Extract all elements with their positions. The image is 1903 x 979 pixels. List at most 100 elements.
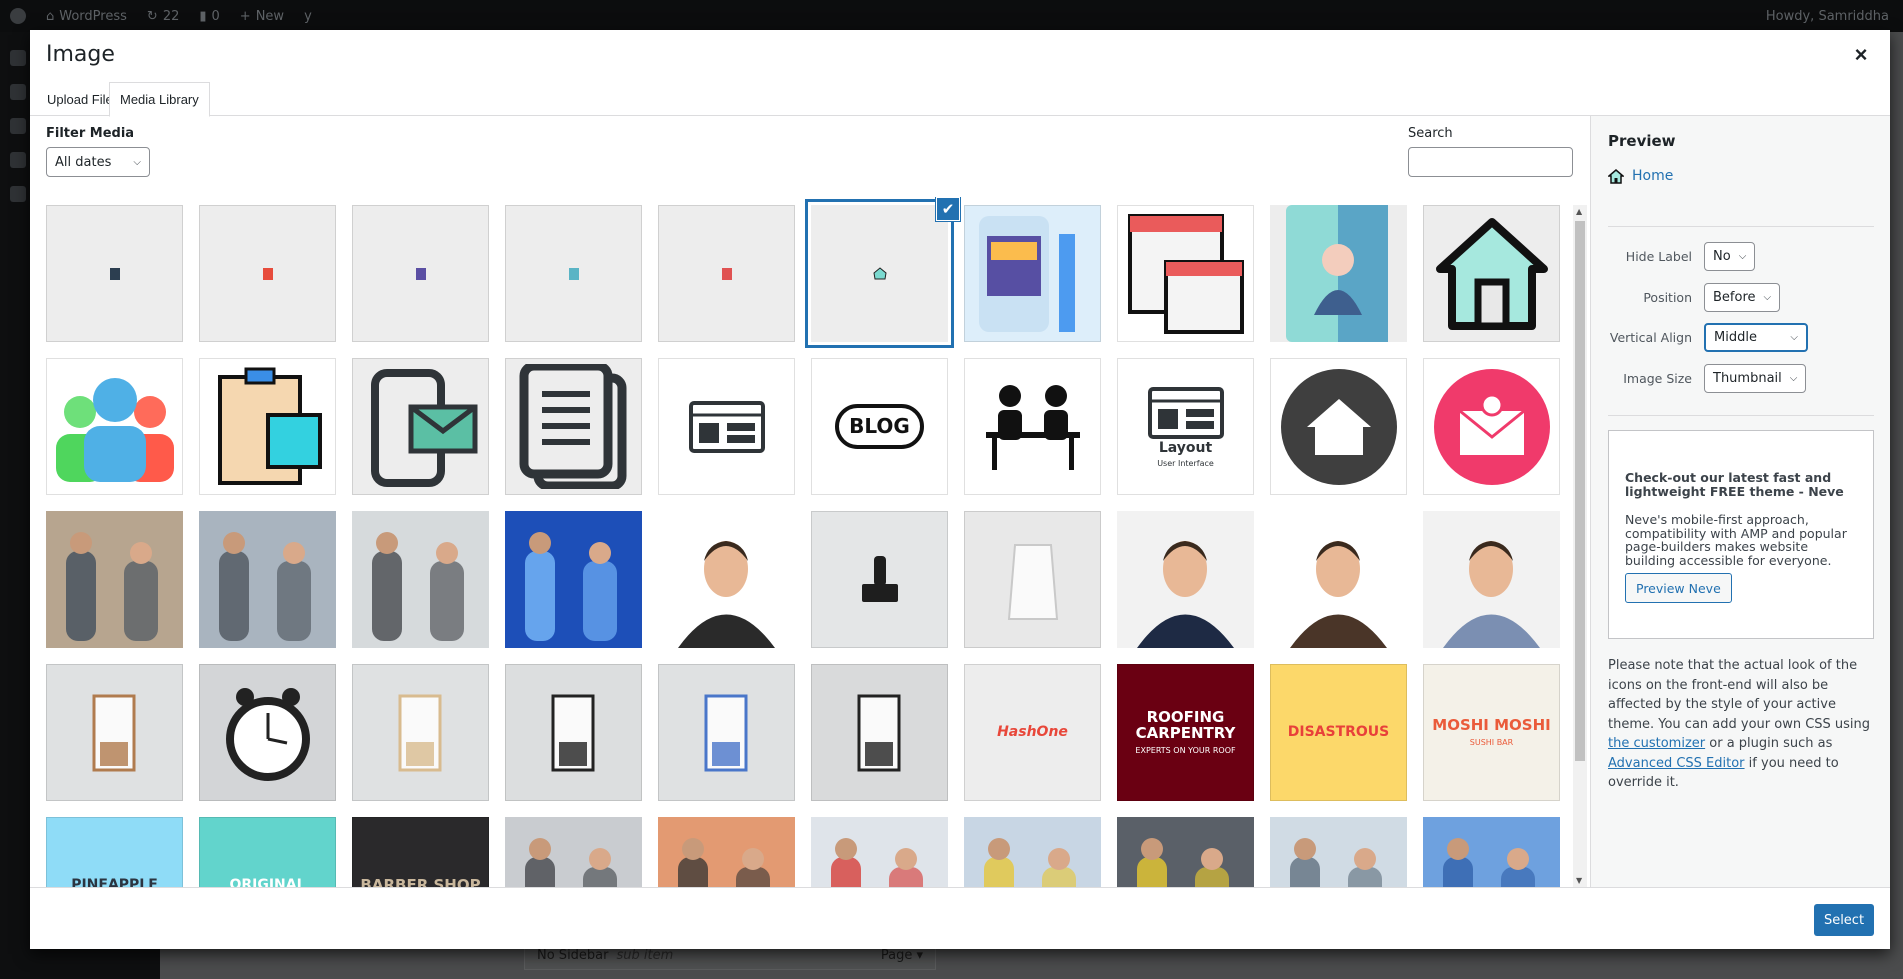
pages-icon[interactable] <box>10 152 26 168</box>
media-thumbnail[interactable] <box>199 664 336 801</box>
media-icon[interactable] <box>10 118 26 134</box>
posts-icon[interactable] <box>10 84 26 100</box>
media-thumbnail[interactable] <box>505 205 642 342</box>
divider <box>1608 226 1874 227</box>
grid-scrollbar[interactable]: ▲ ▼ <box>1573 205 1587 887</box>
thumbnail-logo-subtext: SUSHI BAR <box>1469 737 1514 747</box>
media-modal: Image × Upload Files Media Library Filte… <box>30 30 1890 949</box>
scroll-down-icon[interactable]: ▼ <box>1576 876 1582 885</box>
close-button[interactable]: × <box>1846 40 1876 70</box>
media-thumbnail[interactable]: BARBER SHOP <box>352 817 489 887</box>
media-thumbnail[interactable] <box>811 205 948 342</box>
media-thumbnail[interactable] <box>811 664 948 801</box>
media-thumbnail[interactable] <box>1270 511 1407 648</box>
comments-link[interactable]: ▮ 0 <box>189 0 229 32</box>
media-thumbnail[interactable] <box>658 205 795 342</box>
media-thumbnail[interactable] <box>964 358 1101 495</box>
yoast-menu[interactable]: y <box>294 0 322 32</box>
promo-text: Neve's mobile-first approach, compatibil… <box>1625 512 1847 568</box>
media-thumbnail[interactable] <box>46 358 183 495</box>
media-thumbnail[interactable]: DISASTROUS <box>1270 664 1407 801</box>
preview-neve-button[interactable]: Preview Neve <box>1625 573 1732 603</box>
select-button[interactable]: Select <box>1814 904 1874 936</box>
customizer-link[interactable]: the customizer <box>1608 736 1705 751</box>
media-thumbnail[interactable] <box>46 511 183 648</box>
media-thumbnail[interactable] <box>1117 817 1254 887</box>
scroll-up-icon[interactable]: ▲ <box>1576 207 1582 216</box>
media-thumbnail[interactable] <box>46 664 183 801</box>
media-thumbnail[interactable] <box>199 205 336 342</box>
image-size-select[interactable]: Thumbnail ⌵ <box>1704 363 1807 393</box>
neve-promo-box: Check-out our latest fast and lightweigh… <box>1608 430 1874 639</box>
media-thumbnail[interactable] <box>352 205 489 342</box>
divider <box>1608 415 1874 416</box>
filter-media-label: Filter Media <box>46 126 135 141</box>
thumbnail-logo-text: PINEAPPLE <box>71 877 158 887</box>
site-name-link[interactable]: ⌂ WordPress <box>36 0 137 32</box>
comments-icon[interactable] <box>10 186 26 202</box>
media-thumbnail[interactable]: Layout User Interface <box>1117 358 1254 495</box>
thumbnail-logo-subtext: EXPERTS ON YOUR ROOF <box>1135 745 1236 755</box>
media-thumbnail[interactable] <box>352 511 489 648</box>
media-thumbnail[interactable] <box>1117 205 1254 342</box>
thumbnail-logo-text: ORIGINAL <box>229 877 306 887</box>
field-row: Hide Label No ⌵ <box>1608 241 1874 271</box>
thumbnail-logo-text: HashOne <box>997 724 1068 741</box>
scroll-thumb[interactable] <box>1575 221 1585 761</box>
media-thumbnail[interactable] <box>1423 511 1560 648</box>
new-content-link[interactable]: + New <box>230 0 294 32</box>
wordpress-logo-menu[interactable] <box>0 0 36 32</box>
media-thumbnail[interactable] <box>1117 511 1254 648</box>
media-thumbnail[interactable] <box>1423 358 1560 495</box>
media-thumbnail[interactable] <box>505 817 642 887</box>
updates-link[interactable]: ↻ 22 <box>137 0 189 32</box>
media-thumbnail[interactable] <box>1423 817 1560 887</box>
media-thumbnail[interactable] <box>964 817 1101 887</box>
media-thumbnail[interactable] <box>811 511 948 648</box>
search-input[interactable] <box>1408 147 1573 177</box>
media-thumbnail[interactable] <box>199 511 336 648</box>
media-thumbnail[interactable] <box>1270 205 1407 342</box>
media-thumbnail[interactable] <box>505 358 642 495</box>
media-thumbnail[interactable] <box>1270 358 1407 495</box>
chevron-down-icon: ⌵ <box>1738 250 1747 262</box>
media-thumbnail[interactable] <box>658 358 795 495</box>
media-thumbnail[interactable] <box>1270 817 1407 887</box>
date-filter-select[interactable]: All dates ⌵ <box>46 147 150 177</box>
media-thumbnail[interactable] <box>658 664 795 801</box>
media-thumbnail[interactable] <box>352 358 489 495</box>
media-thumbnail[interactable]: BLOG <box>811 358 948 495</box>
theme-note: Please note that the actual look of the … <box>1608 658 1871 790</box>
preview-sidebar: Preview Home Hide Label No ⌵ Position Befo… <box>1590 116 1890 887</box>
chevron-down-icon: ⌵ <box>1789 372 1798 384</box>
thumbnail-logo-text: ROOFING CARPENTRY <box>1135 708 1236 742</box>
hide-label-select[interactable]: No ⌵ <box>1704 241 1756 271</box>
vertical-align-select[interactable]: Middle ⌵ <box>1704 322 1808 352</box>
media-thumbnail[interactable] <box>199 358 336 495</box>
media-thumbnail[interactable]: PINEAPPLE <box>46 817 183 887</box>
tab-media-library[interactable]: Media Library <box>109 82 210 117</box>
dashboard-icon[interactable] <box>10 50 26 66</box>
position-select[interactable]: Before ⌵ <box>1704 282 1781 312</box>
account-menu[interactable]: Howdy, Samriddha <box>1756 0 1903 32</box>
media-thumbnail[interactable] <box>658 511 795 648</box>
media-thumbnail[interactable] <box>964 511 1101 648</box>
media-thumbnail[interactable] <box>352 664 489 801</box>
media-thumbnail[interactable]: HashOne <box>964 664 1101 801</box>
search-label: Search <box>1408 126 1453 141</box>
media-thumbnail[interactable] <box>658 817 795 887</box>
media-thumbnail[interactable] <box>1423 205 1560 342</box>
media-thumbnail[interactable]: MOSHI MOSHI SUSHI BAR <box>1423 664 1560 801</box>
field-row: Position Before ⌵ <box>1608 282 1874 312</box>
media-thumbnail[interactable]: ROOFING CARPENTRY EXPERTS ON YOUR ROOF <box>1117 664 1254 801</box>
modal-toolbar: Select <box>30 887 1890 949</box>
media-thumbnail[interactable] <box>811 817 948 887</box>
selected-check-icon[interactable]: ✔ <box>936 197 960 221</box>
tabs: Upload Files Media Library <box>30 82 1590 117</box>
media-thumbnail[interactable] <box>505 664 642 801</box>
advanced-css-editor-link[interactable]: Advanced CSS Editor <box>1608 756 1745 771</box>
media-thumbnail[interactable] <box>46 205 183 342</box>
media-thumbnail[interactable] <box>505 511 642 648</box>
media-thumbnail[interactable] <box>964 205 1101 342</box>
media-thumbnail[interactable]: ORIGINAL <box>199 817 336 887</box>
